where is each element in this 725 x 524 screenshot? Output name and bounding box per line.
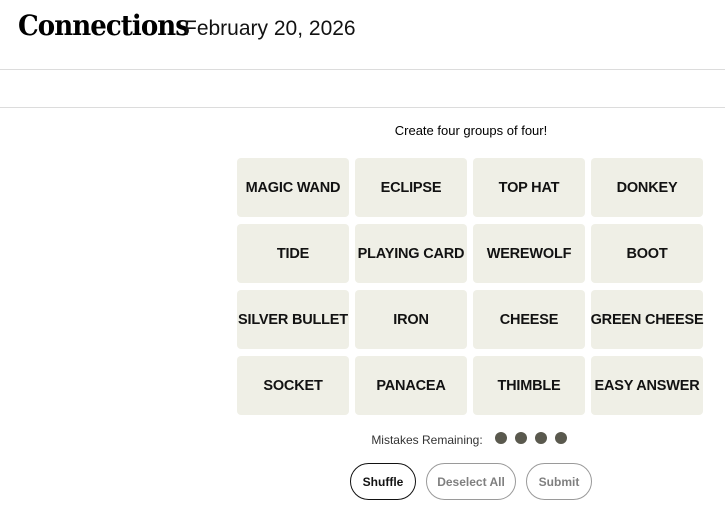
mistake-dot xyxy=(514,432,527,444)
word-tile[interactable]: EASY ANSWER xyxy=(591,356,703,415)
mistake-dot xyxy=(554,432,567,444)
word-tile[interactable]: GREEN CHEESE xyxy=(591,290,704,349)
controls: Shuffle Deselect All Submit xyxy=(237,463,705,500)
mistake-dot xyxy=(494,432,507,444)
word-tile[interactable]: PLAYING CARD xyxy=(355,224,467,283)
mistake-dot xyxy=(534,432,547,444)
submit-button[interactable]: Submit xyxy=(526,463,592,500)
word-tile[interactable]: DONKEY xyxy=(591,158,703,217)
mistake-dots xyxy=(491,432,571,447)
mistakes-remaining: Mistakes Remaining: xyxy=(237,432,705,447)
header: Connections February 20, 2026 xyxy=(0,0,725,70)
word-tile[interactable]: SOCKET xyxy=(237,356,349,415)
app-title: Connections xyxy=(18,9,190,42)
word-tile[interactable]: MAGIC WAND xyxy=(237,158,349,217)
instructions: Create four groups of four! xyxy=(394,123,548,138)
word-tile[interactable]: TIDE xyxy=(237,224,349,283)
puzzle-date: February 20, 2026 xyxy=(184,17,356,40)
word-tile[interactable]: CHEESE xyxy=(473,290,585,349)
word-tile[interactable]: BOOT xyxy=(591,224,703,283)
word-tile[interactable]: SILVER BULLET xyxy=(237,290,349,349)
shuffle-button[interactable]: Shuffle xyxy=(350,463,416,500)
word-tile[interactable]: TOP HAT xyxy=(473,158,585,217)
word-tile[interactable]: WEREWOLF xyxy=(473,224,585,283)
deselect-all-button[interactable]: Deselect All xyxy=(426,463,516,500)
word-grid: MAGIC WAND ECLIPSE TOP HAT DONKEY TIDE P… xyxy=(237,158,705,415)
mistakes-label: Mistakes Remaining: xyxy=(371,432,483,447)
word-tile[interactable]: PANACEA xyxy=(355,356,467,415)
word-tile[interactable]: IRON xyxy=(355,290,467,349)
word-tile[interactable]: ECLIPSE xyxy=(355,158,467,217)
word-tile[interactable]: THIMBLE xyxy=(473,356,585,415)
toolbar-bar xyxy=(0,70,725,108)
